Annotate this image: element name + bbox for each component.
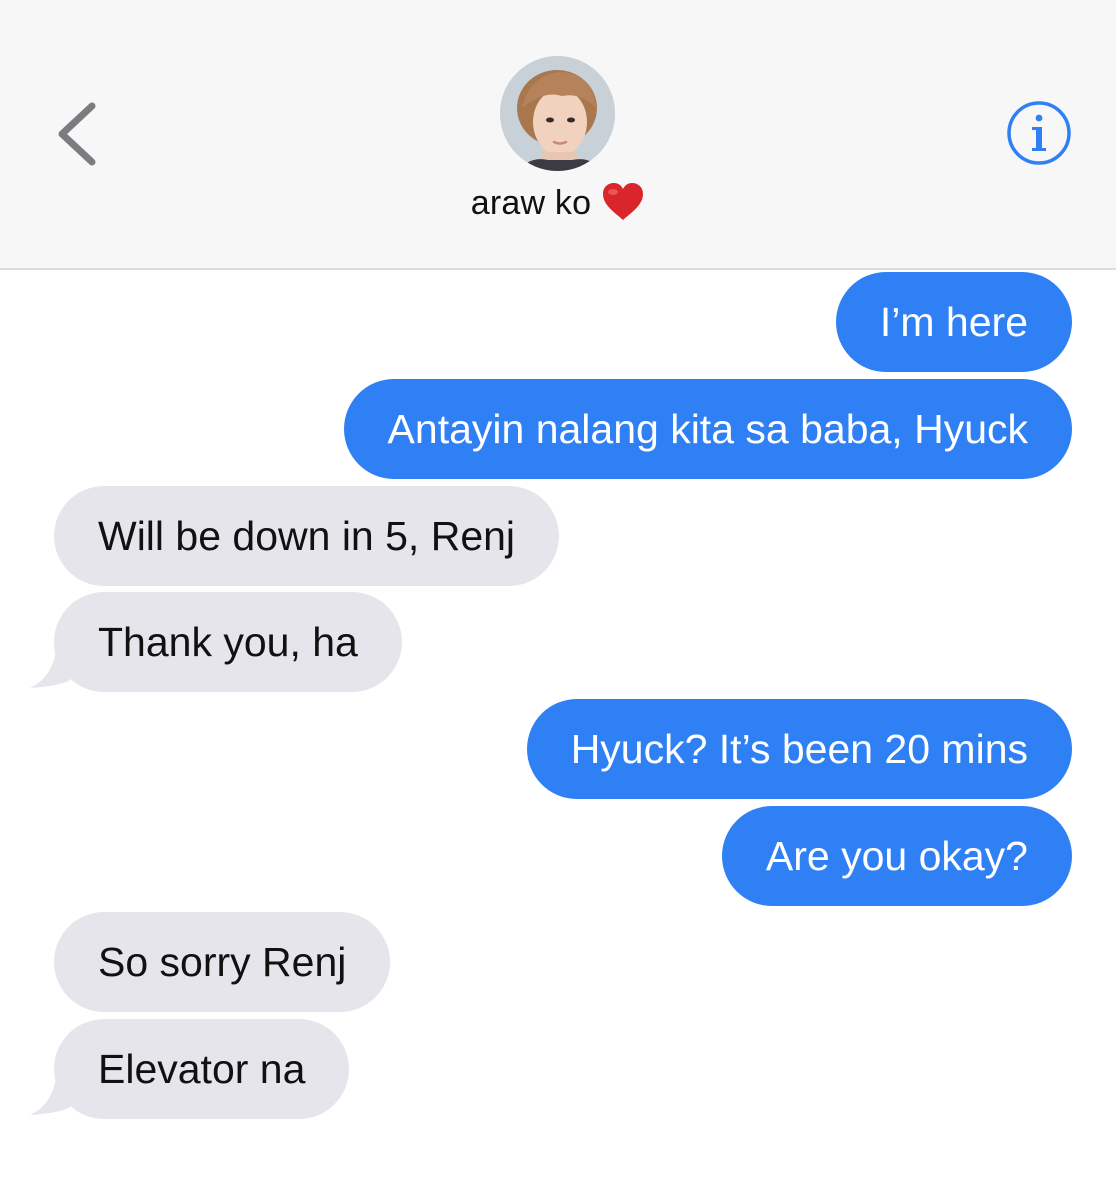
message-bubble-outgoing[interactable]: Hyuck? It’s been 20 mins	[526, 699, 1072, 799]
incoming-bubble-tail	[30, 1077, 70, 1115]
message-bubble-incoming[interactable]: Elevator na	[54, 1019, 350, 1119]
message-bubble-outgoing[interactable]: Are you okay?	[721, 806, 1072, 906]
incoming-bubble-tail	[30, 650, 70, 688]
info-circle-icon	[1007, 101, 1071, 165]
message-bubble-incoming[interactable]: So sorry Renj	[54, 912, 391, 1012]
contact-avatar[interactable]	[500, 56, 615, 171]
heart-emoji-icon	[601, 182, 645, 222]
message-bubble-outgoing[interactable]: I’m here	[835, 272, 1072, 372]
info-button[interactable]	[1006, 100, 1072, 166]
message-bubble-incoming[interactable]: Thank you, ha	[54, 592, 402, 692]
avatar-photo	[500, 56, 615, 171]
message-bubble-incoming[interactable]: Will be down in 5, Renj	[54, 486, 560, 586]
back-button[interactable]	[48, 98, 108, 170]
message-bubble-outgoing[interactable]: Antayin nalang kita sa baba, Hyuck	[343, 379, 1072, 479]
contact-name[interactable]: araw ko	[0, 182, 1116, 223]
chevron-left-icon	[58, 102, 96, 166]
contact-name-label: araw ko	[470, 184, 592, 222]
conversation-header: araw ko	[0, 0, 1116, 270]
